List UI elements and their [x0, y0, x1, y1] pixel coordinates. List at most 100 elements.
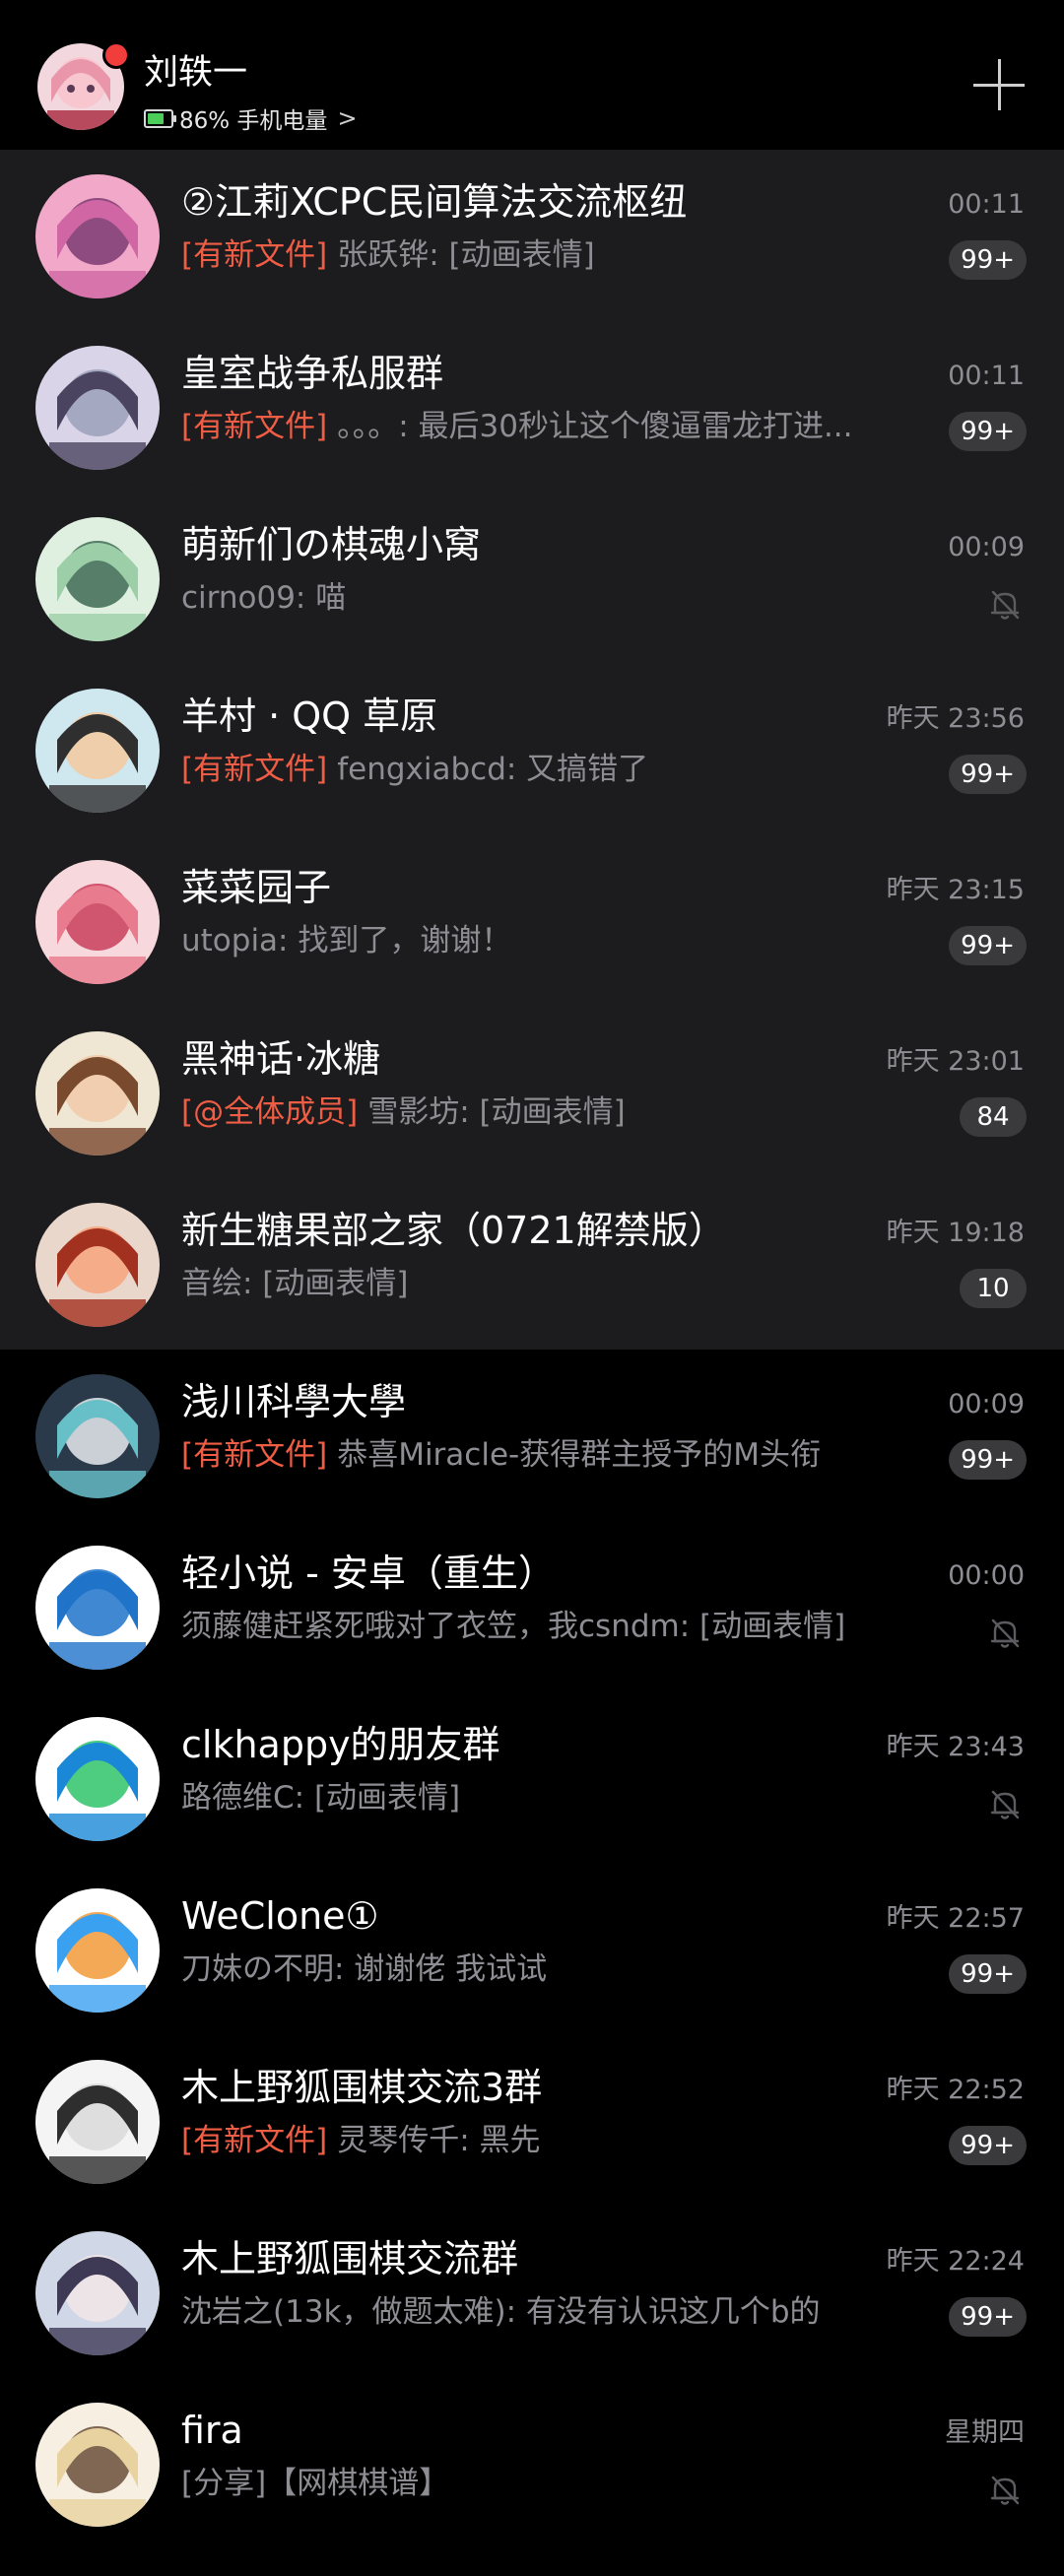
chat-avatar[interactable] [35, 2403, 160, 2527]
chat-tag: [@全体成员] [181, 1094, 359, 1130]
chat-time: 00:11 [948, 189, 1025, 220]
chat-avatar[interactable] [35, 1546, 160, 1670]
chat-title: 皇室战争私服群 [181, 352, 444, 395]
chat-preview: [分享]【网棋棋谱】 [181, 2463, 916, 2504]
chat-title: 木上野狐围棋交流群 [181, 2237, 519, 2280]
unread-badge: 10 [960, 1269, 1027, 1308]
chat-time: 昨天 22:52 [886, 2075, 1025, 2105]
unread-badge: 99+ [949, 926, 1027, 965]
chat-title: 木上野狐围棋交流3群 [181, 2066, 543, 2109]
chat-message: cirno09: 喵 [181, 580, 347, 616]
plus-icon[interactable] [973, 59, 1025, 110]
battery-text: 86% 手机电量 [179, 108, 328, 134]
chat-preview: utopia: 找到了，谢谢！ [181, 920, 916, 961]
chevron-right-icon: > [337, 104, 358, 132]
chat-tag: [有新文件] [181, 2123, 328, 2158]
chat-avatar[interactable] [35, 346, 160, 470]
chat-title: clkhappy的朋友群 [181, 1723, 500, 1766]
chat-row[interactable]: 木上野狐围棋交流群 沈岩之(13k，做题太难): 有没有认识这几个b的 昨天 22:… [0, 2207, 1064, 2378]
chat-avatar[interactable] [35, 860, 160, 984]
chat-message: 须藤健赶紧死哦对了衣笠，我csndm: [动画表情] [181, 1609, 846, 1644]
chat-preview: [有新文件] fengxiabcd: 又搞错了 [181, 749, 916, 790]
user-name[interactable]: 刘轶一 [144, 51, 247, 95]
chat-preview: 刀妹の不明: 谢谢佬 我试试 [181, 1949, 916, 1990]
chat-title: 浅川科學大學 [181, 1380, 407, 1423]
bell-muted-icon [985, 585, 1025, 625]
chat-message: 张跃铧: [动画表情] [337, 237, 595, 273]
chat-time: 00:11 [948, 361, 1025, 391]
chat-avatar[interactable] [35, 1203, 160, 1327]
chat-preview: [有新文件] 灵琴传千: 黑先 [181, 2120, 916, 2161]
battery-icon [144, 108, 176, 128]
chat-time: 昨天 23:43 [886, 1732, 1025, 1762]
unread-badge: 99+ [949, 1954, 1027, 1994]
header: 刘轶一 86% 手机电量 > [0, 0, 1064, 150]
unread-badge: 99+ [949, 2297, 1027, 2337]
chat-row[interactable]: ②江莉XCPC民间算法交流枢纽 [有新文件] 张跃铧: [动画表情] 00:11 99+ [0, 150, 1064, 321]
chat-preview: cirno09: 喵 [181, 577, 916, 619]
chat-time: 星期四 [945, 2417, 1025, 2448]
chat-avatar[interactable] [35, 1031, 160, 1156]
chat-message: utopia: 找到了，谢谢！ [181, 923, 512, 958]
unread-badge: 84 [960, 1097, 1027, 1137]
chat-avatar[interactable] [35, 1888, 160, 2013]
chat-time: 昨天 23:15 [886, 875, 1025, 905]
chat-preview: 须藤健赶紧死哦对了衣笠，我csndm: [动画表情] [181, 1606, 916, 1647]
chat-title: 轻小说 - 安卓（重生） [181, 1552, 556, 1595]
chat-message: 音绘: [动画表情] [181, 1266, 409, 1301]
chat-row[interactable]: clkhappy的朋友群路德维C: [动画表情] 昨天 23:43 [0, 1692, 1064, 1864]
chat-preview: [有新文件] 张跃铧: [动画表情] [181, 234, 916, 276]
unread-badge: 99+ [949, 240, 1027, 280]
chat-row[interactable]: 木上野狐围棋交流3群 [有新文件] 灵琴传千: 黑先 昨天 22:52 99+ [0, 2035, 1064, 2207]
chat-preview: 路德维C: [动画表情] [181, 1777, 916, 1818]
chat-time: 昨天 19:18 [886, 1218, 1025, 1248]
unread-badge: 99+ [949, 755, 1027, 794]
chat-row[interactable]: 黑神话·冰糖 [@全体成员] 雪影坊: [动画表情] 昨天 23:01 84 [0, 1007, 1064, 1178]
chat-title: 羊村 · QQ 草原 [181, 694, 438, 738]
chat-preview: [@全体成员] 雪影坊: [动画表情] [181, 1091, 916, 1133]
chat-title: 萌新们の棋魂小窝 [181, 523, 482, 566]
chat-row[interactable]: fira [分享]【网棋棋谱】 星期四 [0, 2378, 1064, 2549]
chat-tag: [有新文件] [181, 1437, 328, 1473]
chat-message: 恭喜Miracle-获得群主授予的M头衔 [337, 1437, 821, 1473]
chat-title: 菜菜园子 [181, 866, 332, 909]
chat-tag: [有新文件] [181, 237, 328, 273]
chat-avatar[interactable] [35, 689, 160, 813]
chat-avatar[interactable] [35, 174, 160, 298]
chat-avatar[interactable] [35, 2060, 160, 2184]
chat-row[interactable]: 浅川科學大學 [有新文件] 恭喜Miracle-获得群主授予的M头衔 00:09 99+ [0, 1350, 1064, 1521]
chat-message: 灵琴传千: 黑先 [337, 2123, 541, 2158]
chat-row[interactable]: 羊村 · QQ 草原 [有新文件] fengxiabcd: 又搞错了 昨天 23:56… [0, 664, 1064, 835]
chat-time: 00:09 [948, 1389, 1025, 1420]
chat-time: 00:00 [948, 1560, 1025, 1591]
chat-preview: 沈岩之(13k，做题太难): 有没有认识这几个b的 [181, 2291, 916, 2333]
chat-message: 。。。: 最后30秒让这个傻逼雷龙打进... [337, 409, 853, 444]
chat-time: 昨天 23:56 [886, 703, 1025, 734]
chat-avatar[interactable] [35, 2231, 160, 2355]
chat-time: 00:09 [948, 532, 1025, 562]
chat-tag: [有新文件] [181, 752, 328, 787]
chat-avatar[interactable] [35, 517, 160, 641]
chat-row[interactable]: 皇室战争私服群 [有新文件] 。。。: 最后30秒让这个傻逼雷龙打进... 00:11… [0, 321, 1064, 493]
chat-time: 昨天 23:01 [886, 1046, 1025, 1077]
chat-title: 黑神话·冰糖 [181, 1037, 381, 1081]
bell-muted-icon [985, 2471, 1025, 2510]
battery-status[interactable]: 86% 手机电量 > [144, 102, 358, 134]
chat-avatar[interactable] [35, 1717, 160, 1841]
chat-time: 昨天 22:57 [886, 1903, 1025, 1934]
chat-title: ②江莉XCPC民间算法交流枢纽 [181, 180, 688, 224]
unread-badge: 99+ [949, 412, 1027, 451]
chat-row[interactable]: 轻小说 - 安卓（重生） 须藤健赶紧死哦对了衣笠，我csndm: [动画表情] 00… [0, 1521, 1064, 1692]
chat-preview: 音绘: [动画表情] [181, 1263, 916, 1304]
chat-message: 路德维C: [动画表情] [181, 1780, 461, 1816]
chat-message: 刀妹の不明: 谢谢佬 我试试 [181, 1951, 548, 1987]
chat-row[interactable]: WeClone① 刀妹の不明: 谢谢佬 我试试 昨天 22:57 99+ [0, 1864, 1064, 2035]
unread-badge: 99+ [949, 1440, 1027, 1480]
chat-message: 雪影坊: [动画表情] [367, 1094, 626, 1130]
chat-row[interactable]: 萌新们の棋魂小窝 cirno09: 喵 00:09 [0, 493, 1064, 664]
chat-row[interactable]: 新生糖果部之家（0721解禁版） 音绘: [动画表情] 昨天 19:18 10 [0, 1178, 1064, 1350]
chat-row[interactable]: 菜菜园子 utopia: 找到了，谢谢！ 昨天 23:15 99+ [0, 835, 1064, 1007]
unread-badge: 99+ [949, 2126, 1027, 2165]
chat-message: [分享]【网棋棋谱】 [181, 2466, 450, 2501]
chat-avatar[interactable] [35, 1374, 160, 1498]
